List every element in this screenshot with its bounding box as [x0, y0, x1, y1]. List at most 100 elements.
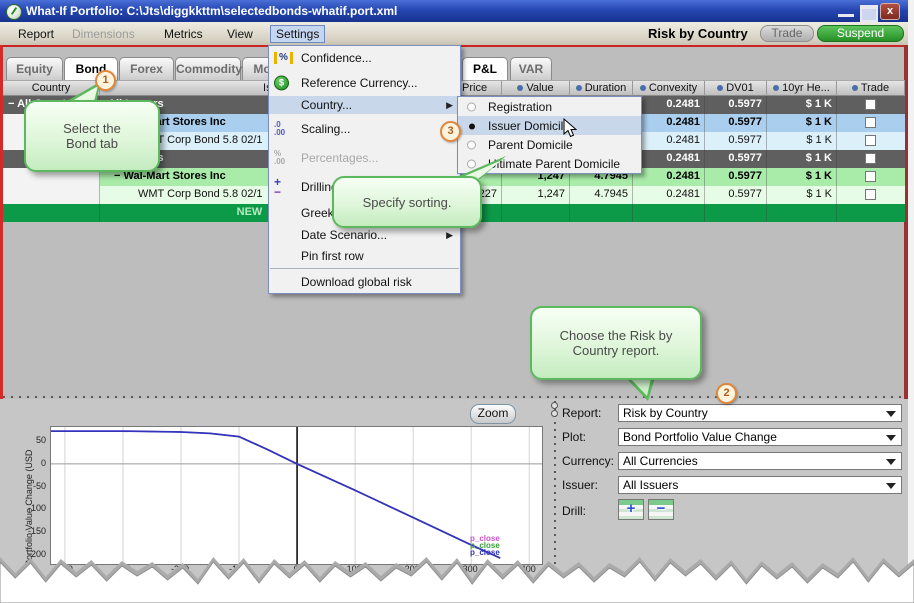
whatif-portfolio-window: What-If Portfolio: C:\Jts\diggkkttm\sele…: [0, 0, 914, 603]
column-header-duration[interactable]: Duration: [570, 80, 633, 96]
tab-commodity[interactable]: Commodity: [175, 57, 241, 80]
submenu-arrow-icon: ▶: [446, 230, 453, 241]
column-header-tenyr[interactable]: 10yr He...: [767, 80, 837, 96]
cell-trade: [837, 168, 905, 186]
menu-item-settings[interactable]: Settings: [270, 25, 325, 43]
line-chart: [51, 427, 542, 564]
menu-item-report[interactable]: Report: [12, 25, 60, 43]
dropdown-currency[interactable]: All Currencies: [618, 452, 902, 470]
dropdown-caret-icon[interactable]: [886, 435, 896, 441]
series-p_close: [51, 431, 500, 558]
dropdown-issuer[interactable]: All Issuers: [618, 476, 902, 494]
field-label-currency: Currency:: [562, 454, 614, 468]
sort-dot-icon: [517, 85, 523, 91]
settings-item-country[interactable]: Country...▶: [269, 96, 460, 114]
y-tick-label: -100: [16, 503, 46, 513]
y-tick-label: 50: [16, 435, 46, 445]
splitter-handle[interactable]: [551, 402, 558, 409]
radio-selected-icon[interactable]: [467, 121, 476, 130]
settings-item-scaling[interactable]: .0.00Scaling...: [269, 114, 460, 144]
radio-icon[interactable]: [467, 102, 476, 111]
cell-convexity: 0.2481: [633, 186, 705, 204]
callout-choose-report: Choose the Risk byCountry report.: [530, 306, 702, 380]
cell-trade: [837, 204, 905, 222]
splitter-handle[interactable]: [551, 410, 558, 417]
tab-forex[interactable]: Forex: [119, 57, 174, 80]
dropdown-caret-icon[interactable]: [886, 483, 896, 489]
column-header-trade[interactable]: Trade: [837, 80, 905, 96]
drill-minus-button[interactable]: −: [648, 499, 674, 520]
series-p_close: [51, 431, 500, 558]
maximize-button[interactable]: [860, 5, 878, 22]
tab-equity[interactable]: Equity: [6, 57, 63, 80]
trade-button[interactable]: Trade: [760, 25, 814, 42]
menu-item-dimensions[interactable]: Dimensions: [66, 25, 141, 43]
column-header-value[interactable]: Value: [502, 80, 570, 96]
settings-menu: %Confidence...$Reference Currency...Coun…: [268, 45, 461, 294]
cell-dv01: [705, 204, 767, 222]
drill-plus-button[interactable]: +: [618, 499, 644, 520]
cell-trade: [837, 186, 905, 204]
cell-value: [502, 204, 570, 222]
trade-checkbox[interactable]: [865, 117, 876, 128]
settings-item-download-global-risk[interactable]: Download global risk: [269, 271, 460, 293]
step-badge-2: 2: [716, 383, 737, 404]
country-option-registration[interactable]: Registration: [458, 97, 641, 116]
column-header-price[interactable]: Price: [459, 80, 502, 96]
trade-checkbox[interactable]: [865, 99, 876, 110]
trade-checkbox[interactable]: [865, 153, 876, 164]
y-tick-label: -150: [16, 526, 46, 536]
cell-country: [3, 186, 100, 204]
menu-item-view[interactable]: View: [221, 25, 259, 43]
callout-specify-sorting: Specify sorting.: [332, 176, 482, 228]
settings-item-reference-currency[interactable]: $Reference Currency...: [269, 70, 460, 96]
settings-item-confidence[interactable]: %Confidence...: [269, 46, 460, 70]
horizontal-splitter[interactable]: [3, 396, 905, 398]
cell-value: 1,247: [502, 186, 570, 204]
settings-item-percentages[interactable]: %.00Percentages...: [269, 144, 460, 172]
sort-dot-icon: [576, 85, 582, 91]
cell-convexity: 0.2481: [633, 114, 705, 132]
cell-convexity: 0.2481: [633, 150, 705, 168]
suspend-button[interactable]: Suspend: [817, 25, 904, 42]
field-label-drill: Drill:: [562, 504, 586, 518]
cell-convexity: [633, 204, 705, 222]
dropdown-caret-icon[interactable]: [886, 459, 896, 465]
cell-tenyr: $ 1 K: [767, 132, 837, 150]
minimize-button[interactable]: [838, 5, 854, 17]
cell-dv01: 0.5977: [705, 186, 767, 204]
dropdown-plot[interactable]: Bond Portfolio Value Change: [618, 428, 902, 446]
cell-dv01: 0.5977: [705, 132, 767, 150]
radio-icon[interactable]: [467, 140, 476, 149]
zoom-button[interactable]: Zoom: [470, 404, 516, 424]
cell-dv01: 0.5977: [705, 114, 767, 132]
cell-duration: 4.7945: [570, 186, 633, 204]
tab-pl[interactable]: P&L: [462, 57, 508, 80]
trade-checkbox[interactable]: [865, 171, 876, 182]
drill-icon: +−: [274, 177, 281, 197]
step-badge-1: 1: [95, 70, 116, 91]
settings-item-pin-first-row[interactable]: Pin first row: [269, 246, 460, 266]
sort-dot-icon: [852, 85, 858, 91]
window-title: What-If Portfolio: C:\Jts\diggkkttm\sele…: [26, 4, 397, 18]
cell-tenyr: $ 1 K: [767, 168, 837, 186]
dropdown-caret-icon[interactable]: [886, 411, 896, 417]
tab-var[interactable]: VAR: [510, 57, 552, 80]
column-header-convexity[interactable]: Convexity: [633, 80, 705, 96]
cell-convexity: 0.2481: [633, 96, 705, 114]
dropdown-report[interactable]: Risk by Country: [618, 404, 902, 422]
trade-checkbox[interactable]: [865, 135, 876, 146]
close-button[interactable]: x: [880, 3, 900, 20]
country-option-issuer-domicile[interactable]: Issuer Domicile: [458, 116, 641, 135]
trade-checkbox[interactable]: [865, 189, 876, 200]
vertical-splitter[interactable]: [554, 401, 556, 569]
cell-trade: [837, 96, 905, 114]
column-header-dv01[interactable]: DV01: [705, 80, 767, 96]
cell-tenyr: [767, 204, 837, 222]
cell-dv01: 0.5977: [705, 168, 767, 186]
cell-tenyr: $ 1 K: [767, 114, 837, 132]
callout-select-bond-tab: Select theBond tab: [24, 100, 160, 172]
title-bar: What-If Portfolio: C:\Jts\diggkkttm\sele…: [0, 0, 908, 23]
globe-icon: [6, 4, 22, 20]
menu-item-metrics[interactable]: Metrics: [158, 25, 209, 43]
